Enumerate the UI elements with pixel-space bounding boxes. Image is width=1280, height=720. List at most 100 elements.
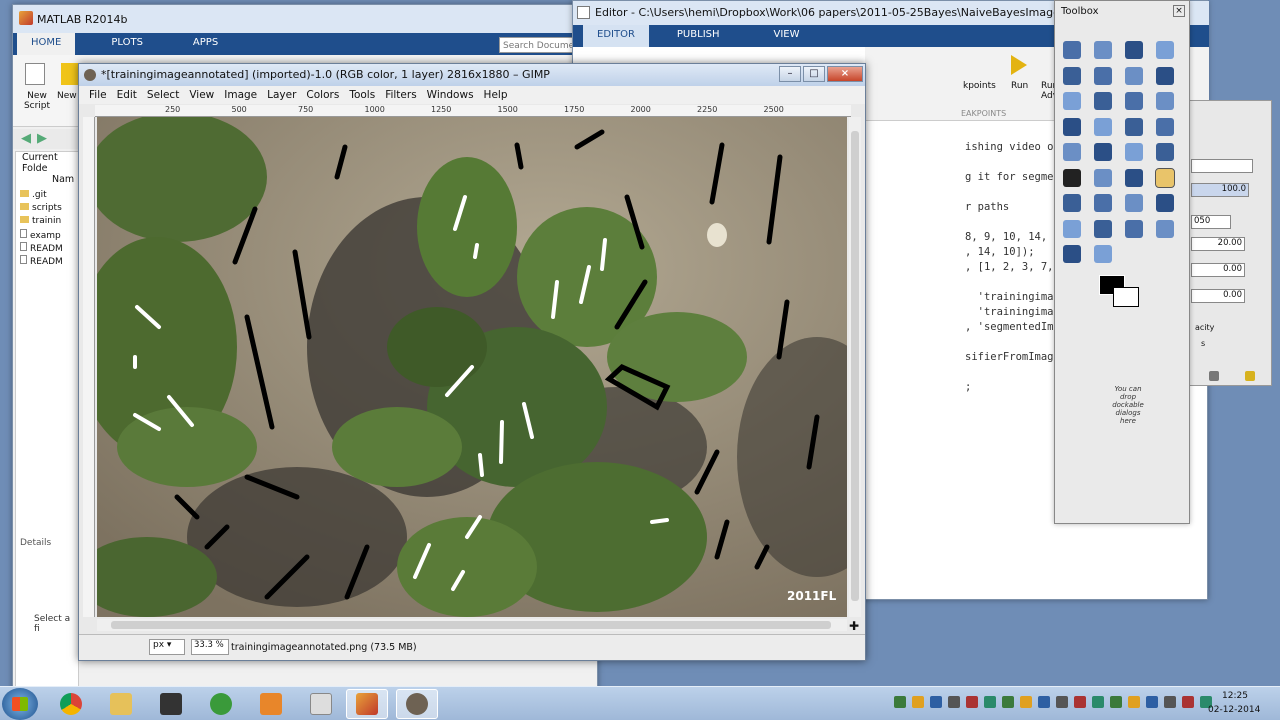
taskbar-app-chrome[interactable] bbox=[50, 689, 92, 719]
list-item[interactable]: examp bbox=[20, 229, 63, 242]
measure-tool-icon[interactable] bbox=[1125, 92, 1143, 110]
mode-select[interactable] bbox=[1191, 159, 1253, 173]
run-icon[interactable] bbox=[1011, 55, 1027, 75]
editor-code-area[interactable]: ishing video or help. g it for segme r p… bbox=[965, 141, 1061, 471]
paths-tool-icon[interactable] bbox=[1156, 66, 1174, 85]
text-tool-icon[interactable] bbox=[1063, 168, 1081, 187]
menu-select[interactable]: Select bbox=[147, 89, 179, 101]
back-arrow-icon[interactable]: ◀ bbox=[21, 131, 31, 146]
flip-tool-icon[interactable] bbox=[1125, 143, 1143, 161]
ellipse-select-tool-icon[interactable] bbox=[1094, 41, 1112, 59]
scroll-thumb[interactable] bbox=[111, 621, 831, 629]
tray-icon[interactable] bbox=[1074, 696, 1086, 708]
image-canvas[interactable]: 2011FL bbox=[97, 117, 847, 617]
menu-edit[interactable]: Edit bbox=[117, 89, 137, 101]
cage-tool-icon[interactable] bbox=[1156, 143, 1174, 161]
taskbar-app-inkscape[interactable] bbox=[150, 689, 192, 719]
taskbar-app-outlook[interactable] bbox=[250, 689, 292, 719]
tray-icon[interactable] bbox=[1146, 696, 1158, 708]
tray-icon[interactable] bbox=[1092, 696, 1104, 708]
list-item[interactable]: trainin bbox=[20, 216, 63, 229]
pencil-tool-icon[interactable] bbox=[1155, 167, 1175, 188]
blur-tool-icon[interactable] bbox=[1156, 219, 1174, 238]
trash-icon[interactable] bbox=[1209, 371, 1219, 381]
tray-icon[interactable] bbox=[966, 696, 978, 708]
layer-field[interactable]: 0.00 bbox=[1191, 263, 1245, 277]
list-item[interactable]: scripts bbox=[20, 203, 63, 216]
heal-tool-icon[interactable] bbox=[1094, 219, 1112, 238]
name-column-header[interactable]: Nam bbox=[52, 174, 74, 185]
anchor-icon[interactable] bbox=[1245, 371, 1255, 381]
menu-windows[interactable]: Windows bbox=[427, 89, 474, 101]
new-script-icon[interactable] bbox=[25, 63, 45, 85]
taskbar-app-pdf[interactable] bbox=[300, 689, 342, 719]
tray-icon[interactable] bbox=[894, 696, 906, 708]
tab-view[interactable]: VIEW bbox=[760, 25, 814, 47]
breakpoints-button[interactable]: kpoints bbox=[963, 81, 996, 91]
scale-tool-icon[interactable] bbox=[1156, 117, 1174, 136]
zoom-select[interactable]: 33.3 % bbox=[191, 639, 229, 655]
blend-tool-icon[interactable] bbox=[1125, 168, 1143, 187]
airbrush-tool-icon[interactable] bbox=[1125, 194, 1143, 212]
shear-tool-icon[interactable] bbox=[1063, 143, 1081, 161]
background-color-swatch[interactable] bbox=[1113, 287, 1139, 307]
list-item[interactable]: READM bbox=[20, 242, 63, 255]
tray-icon[interactable] bbox=[1002, 696, 1014, 708]
tab-publish[interactable]: PUBLISH bbox=[663, 25, 734, 47]
rotate-tool-icon[interactable] bbox=[1125, 117, 1143, 136]
tab-apps[interactable]: APPS bbox=[179, 33, 232, 55]
layer-field[interactable]: 20.00 bbox=[1191, 237, 1245, 251]
dodge-burn-tool-icon[interactable] bbox=[1094, 245, 1112, 263]
list-item[interactable]: READM bbox=[20, 255, 63, 268]
align-tool-icon[interactable] bbox=[1063, 117, 1081, 136]
zoom-tool-icon[interactable] bbox=[1094, 92, 1112, 110]
tray-icon[interactable] bbox=[1164, 696, 1176, 708]
new-button[interactable]: New bbox=[57, 91, 77, 101]
horizontal-scrollbar[interactable] bbox=[97, 619, 847, 631]
bucket-fill-tool-icon[interactable] bbox=[1094, 168, 1112, 187]
tray-icon[interactable] bbox=[948, 696, 960, 708]
menu-colors[interactable]: Colors bbox=[306, 89, 339, 101]
close-icon[interactable]: × bbox=[827, 66, 863, 82]
list-item[interactable]: .git bbox=[20, 190, 63, 203]
clone-tool-icon[interactable] bbox=[1063, 219, 1081, 238]
opacity-field[interactable]: 100.0 bbox=[1191, 183, 1249, 197]
menu-tools[interactable]: Tools bbox=[349, 89, 375, 101]
navigate-icon[interactable]: ✚ bbox=[849, 619, 859, 633]
foreground-select-tool-icon[interactable] bbox=[1125, 66, 1143, 85]
lasso-tool-icon[interactable] bbox=[1125, 41, 1143, 59]
forward-arrow-icon[interactable]: ▶ bbox=[37, 131, 47, 146]
paintbrush-tool-icon[interactable] bbox=[1063, 194, 1081, 212]
eraser-tool-icon[interactable] bbox=[1094, 194, 1112, 212]
move-tool-icon[interactable] bbox=[1156, 92, 1174, 110]
tray-icon[interactable] bbox=[1056, 696, 1068, 708]
clock-date[interactable]: 02-12-2014 bbox=[1208, 705, 1260, 715]
tray-icon[interactable] bbox=[912, 696, 924, 708]
toolbox-close-icon[interactable]: × bbox=[1173, 5, 1185, 17]
scissors-tool-icon[interactable] bbox=[1094, 66, 1112, 85]
taskbar-app-explorer[interactable] bbox=[100, 689, 142, 719]
minimize-icon[interactable]: – bbox=[779, 66, 801, 82]
perspective-clone-tool-icon[interactable] bbox=[1125, 219, 1143, 238]
tray-icon[interactable] bbox=[1128, 696, 1140, 708]
color-picker-tool-icon[interactable] bbox=[1063, 92, 1081, 110]
layer-field[interactable]: 050 bbox=[1191, 215, 1231, 229]
tab-home[interactable]: HOME bbox=[17, 33, 76, 55]
start-button[interactable] bbox=[2, 688, 38, 720]
menu-filters[interactable]: Filters bbox=[385, 89, 416, 101]
tray-icon[interactable] bbox=[1038, 696, 1050, 708]
color-swatches[interactable] bbox=[1099, 275, 1143, 309]
tray-icon[interactable] bbox=[930, 696, 942, 708]
layer-field[interactable]: 0.00 bbox=[1191, 289, 1245, 303]
maximize-icon[interactable]: □ bbox=[803, 66, 825, 82]
perspective-tool-icon[interactable] bbox=[1094, 143, 1112, 161]
scroll-thumb[interactable] bbox=[851, 131, 859, 601]
ink-tool-icon[interactable] bbox=[1156, 194, 1174, 212]
tray-icon[interactable] bbox=[1020, 696, 1032, 708]
rect-select-tool-icon[interactable] bbox=[1063, 41, 1081, 59]
clock-time[interactable]: 12:25 bbox=[1222, 691, 1248, 701]
menu-view[interactable]: View bbox=[189, 89, 214, 101]
taskbar-app-gimp[interactable] bbox=[396, 689, 438, 719]
smudge-tool-icon[interactable] bbox=[1063, 245, 1081, 263]
tray-icon[interactable] bbox=[1182, 696, 1194, 708]
